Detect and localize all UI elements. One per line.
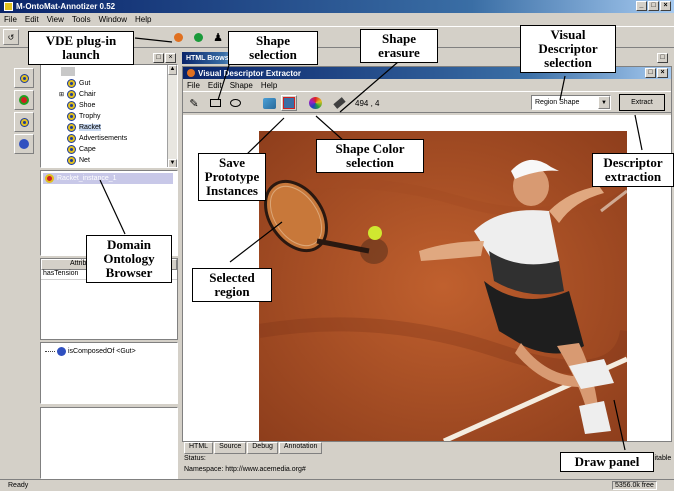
callout-shape-erasure: Shape erasure bbox=[360, 29, 438, 63]
callout-vde-launch: VDE plug-in launch bbox=[28, 31, 134, 65]
callout-draw-panel: Draw panel bbox=[560, 452, 654, 472]
callout-visual-descriptor: Visual Descriptor selection bbox=[520, 25, 616, 73]
callout-descriptor-extraction: Descriptor extraction bbox=[592, 153, 674, 187]
callout-selected-region: Selected region bbox=[192, 268, 272, 302]
callout-domain-ontology: Domain Ontology Browser bbox=[86, 235, 172, 283]
callout-shape-color: Shape Color selection bbox=[316, 139, 424, 173]
callout-shape-selection: Shape selection bbox=[228, 31, 318, 65]
callout-save-prototype: Save Prototype Instances bbox=[198, 153, 266, 201]
